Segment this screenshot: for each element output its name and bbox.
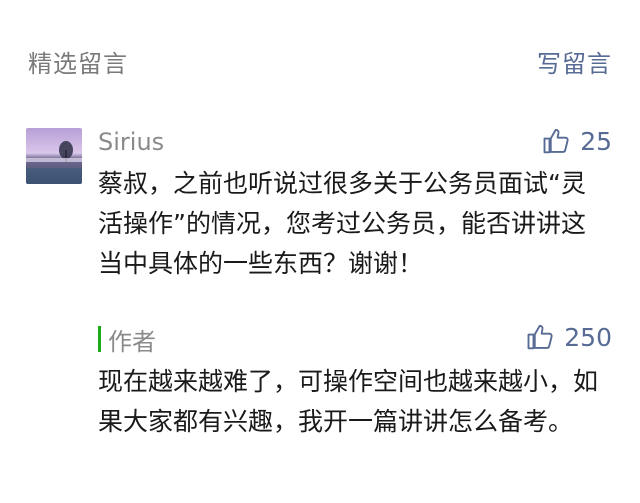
reply-like-count: 250: [564, 322, 612, 352]
write-comment-button[interactable]: 写留言: [537, 44, 612, 79]
thumbs-up-icon: [527, 324, 553, 350]
thumbs-up-icon: [543, 128, 569, 154]
reply-author-label: 作者: [108, 328, 156, 356]
reply-like-button[interactable]: 250: [526, 322, 612, 352]
avatar-image: [26, 128, 82, 184]
comment-author-name: Sirius: [98, 128, 165, 156]
reply-text: 现在越来越难了，可操作空间也越来越小，如果大家都有兴趣，我开一篇讲讲怎么备考。: [98, 367, 599, 436]
comment-like-count: 25: [580, 126, 612, 156]
avatar[interactable]: [26, 128, 82, 184]
comment-text: 蔡叔，之前也听说过很多关于公务员面试“灵活操作”的情况，您考过公务员，能否讲讲这…: [98, 169, 586, 278]
comment-like-button[interactable]: 25: [542, 126, 612, 156]
comments-header: 精选留言 写留言: [0, 0, 640, 100]
reply-accent-bar: [98, 326, 101, 352]
section-title: 精选留言: [28, 50, 128, 78]
